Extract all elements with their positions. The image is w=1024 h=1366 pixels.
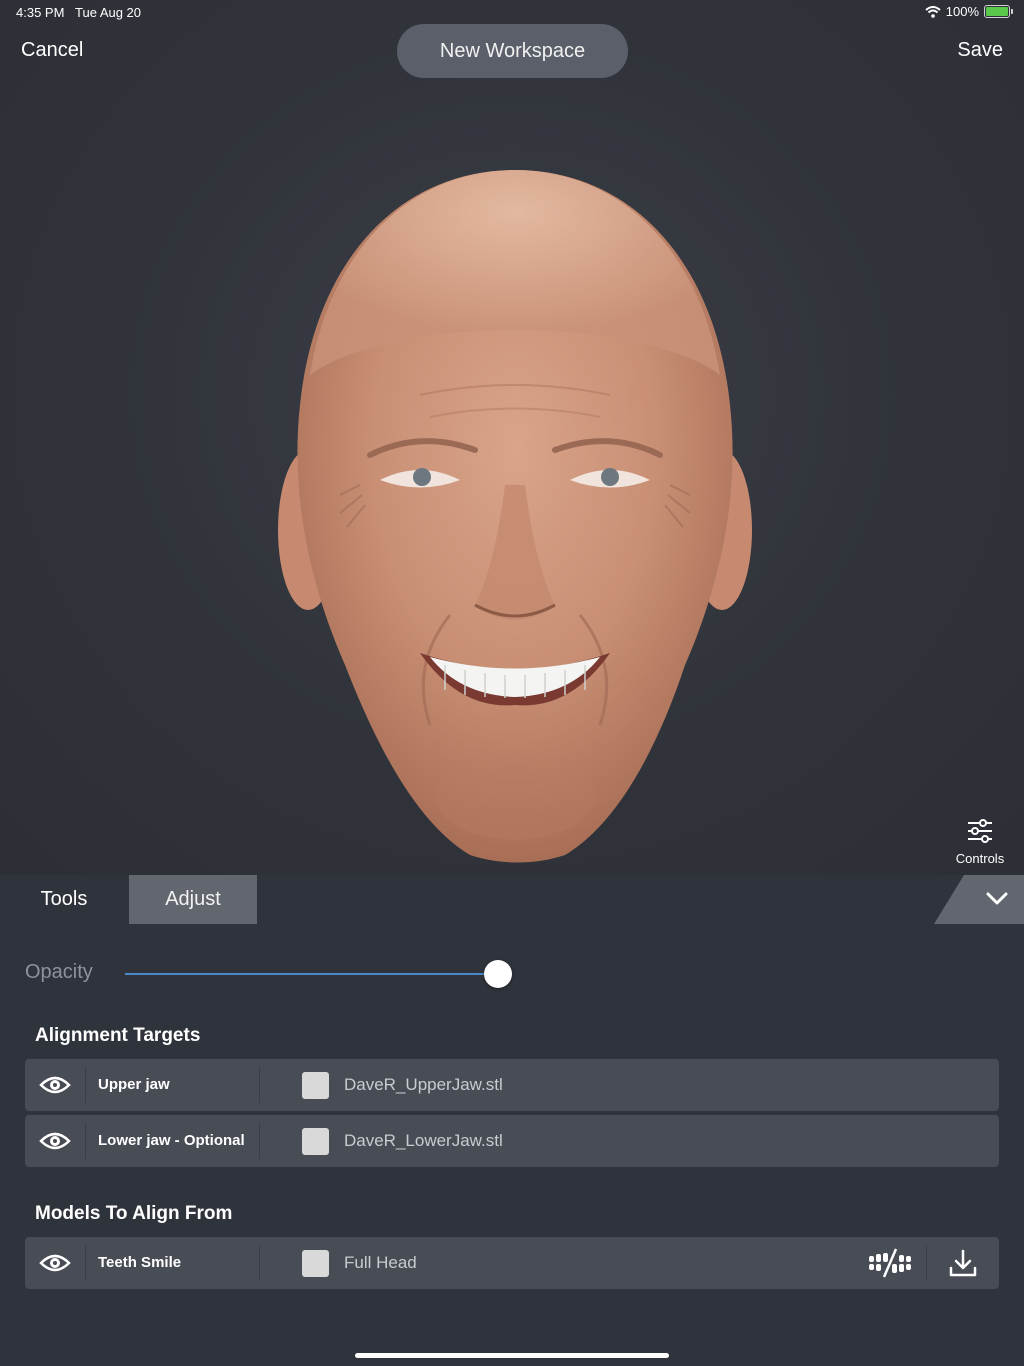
sliders-icon bbox=[968, 819, 992, 843]
divider bbox=[259, 1067, 260, 1103]
download-icon bbox=[949, 1249, 977, 1277]
alignment-targets-title: Alignment Targets bbox=[35, 1025, 201, 1046]
row-name: Upper jaw bbox=[98, 1076, 170, 1093]
divider bbox=[259, 1123, 260, 1159]
row-file[interactable]: DaveR_LowerJaw.stl bbox=[344, 1115, 503, 1167]
teeth-toggle-icon bbox=[869, 1248, 911, 1278]
checkbox[interactable] bbox=[302, 1128, 329, 1155]
row-name: Teeth Smile bbox=[98, 1254, 182, 1271]
download-button[interactable] bbox=[927, 1237, 999, 1289]
opacity-label: Opacity bbox=[25, 961, 93, 983]
list-item-teeth-smile: Teeth Smile Full Head bbox=[25, 1237, 999, 1289]
eye-icon bbox=[39, 1076, 71, 1094]
divider bbox=[85, 1245, 86, 1281]
row-file[interactable]: DaveR_UpperJaw.stl bbox=[344, 1059, 503, 1111]
wifi-icon bbox=[925, 5, 941, 18]
divider bbox=[259, 1245, 260, 1281]
eye-icon bbox=[39, 1132, 71, 1150]
eye-icon bbox=[39, 1254, 71, 1272]
row-name: Lower jaw - Optional bbox=[98, 1132, 245, 1149]
opacity-slider-thumb[interactable] bbox=[484, 960, 512, 988]
teeth-toggle-button[interactable] bbox=[855, 1237, 925, 1289]
models-to-align-title: Models To Align From bbox=[35, 1203, 233, 1224]
workspace-title-button[interactable]: New Workspace bbox=[397, 24, 628, 78]
save-button[interactable]: Save bbox=[957, 39, 1003, 62]
adjust-panel: Opacity Alignment Targets Upper jaw Dave… bbox=[0, 924, 1024, 1366]
divider bbox=[85, 1067, 86, 1103]
tab-tools[interactable]: Tools bbox=[0, 875, 128, 924]
controls-label: Controls bbox=[955, 851, 1005, 866]
checkbox[interactable] bbox=[302, 1250, 329, 1277]
home-indicator[interactable] bbox=[355, 1353, 669, 1358]
battery-charging-icon bbox=[984, 5, 1013, 18]
divider bbox=[85, 1123, 86, 1159]
cancel-button[interactable]: Cancel bbox=[21, 39, 83, 62]
checkbox[interactable] bbox=[302, 1072, 329, 1099]
status-time: 4:35 PM bbox=[16, 5, 65, 20]
opacity-slider-track[interactable] bbox=[125, 973, 498, 975]
status-date: Tue Aug 20 bbox=[75, 5, 142, 20]
controls-button[interactable]: Controls bbox=[948, 818, 1012, 874]
row-file[interactable]: Full Head bbox=[344, 1237, 417, 1289]
visibility-toggle[interactable] bbox=[25, 1059, 85, 1111]
tab-adjust[interactable]: Adjust bbox=[129, 875, 257, 924]
tab-bar: Tools Adjust bbox=[0, 875, 1024, 924]
face-scan-model[interactable] bbox=[270, 165, 760, 870]
status-right: 100% bbox=[925, 4, 1013, 19]
battery-percent: 100% bbox=[945, 4, 979, 19]
visibility-toggle[interactable] bbox=[25, 1115, 85, 1167]
status-bar: 4:35 PM Tue Aug 20 100% bbox=[0, 0, 1024, 24]
visibility-toggle[interactable] bbox=[25, 1237, 85, 1289]
collapse-panel-button[interactable] bbox=[934, 875, 1024, 924]
3d-viewport[interactable] bbox=[0, 0, 1024, 875]
list-item-upper-jaw: Upper jaw DaveR_UpperJaw.stl bbox=[25, 1059, 999, 1111]
list-item-lower-jaw: Lower jaw - Optional DaveR_LowerJaw.stl bbox=[25, 1115, 999, 1167]
